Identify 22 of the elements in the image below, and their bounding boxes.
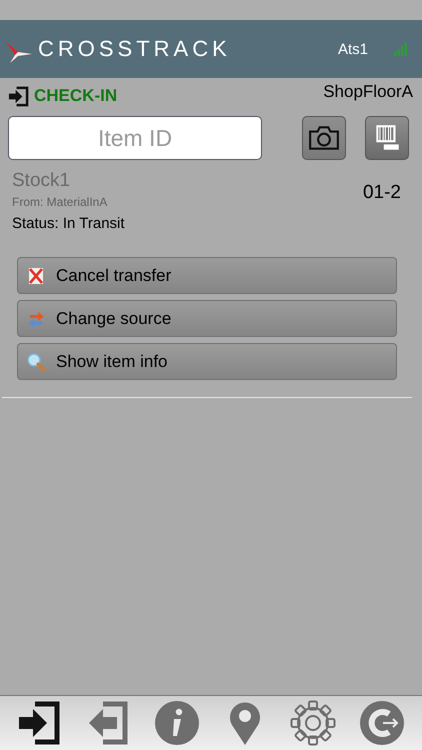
item-code: 01-2: [362, 182, 401, 205]
action-button[interactable]: Show item info: [17, 343, 397, 380]
check-in-icon: [8, 86, 29, 106]
item-source: From: MaterialInA: [12, 195, 108, 209]
app-logo: CROSSTRACK: [38, 36, 231, 62]
mode-title: CHECK-IN: [34, 86, 118, 106]
info-tab[interactable]: [154, 700, 200, 746]
action-button[interactable]: Cancel transfer: [17, 257, 397, 294]
item-name: Stock1: [12, 170, 72, 192]
logout-tab[interactable]: [358, 700, 405, 746]
action-button[interactable]: Change source: [17, 300, 397, 337]
camera-button[interactable]: [302, 116, 346, 160]
item-id-field[interactable]: Item ID: [8, 116, 262, 160]
cancel-icon: [26, 266, 46, 286]
signal-icon: [394, 42, 410, 56]
item-status: Status: In Transit: [12, 215, 125, 232]
search-icon: [26, 352, 46, 372]
settings-tab[interactable]: [290, 700, 336, 746]
location-label: ShopFloorA: [323, 82, 413, 102]
camera-icon: [308, 125, 340, 151]
barcode-scan-button[interactable]: [365, 116, 409, 160]
user-name: Ats1: [338, 40, 368, 58]
